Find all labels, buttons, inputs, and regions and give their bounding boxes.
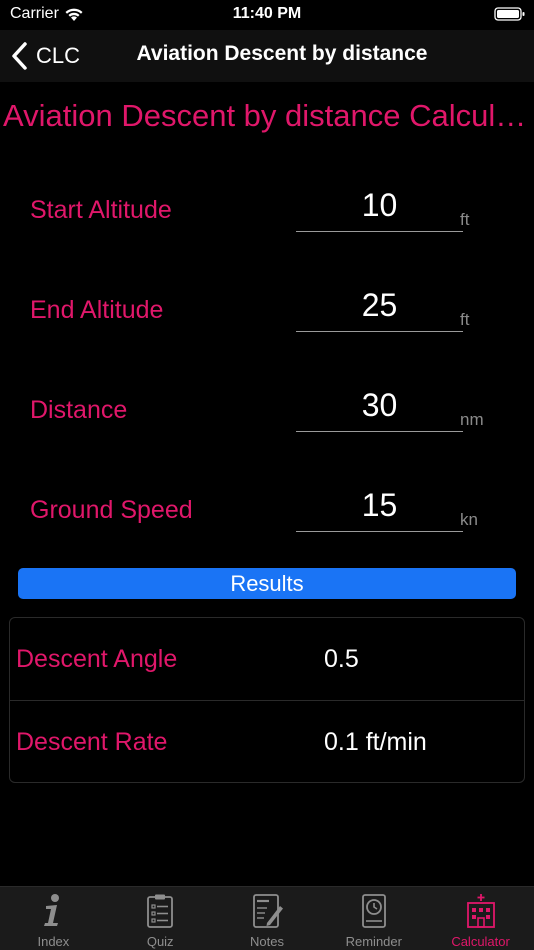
- tab-quiz[interactable]: Quiz: [107, 887, 214, 950]
- results-table: Descent Angle 0.5 Descent Rate 0.1 ft/mi…: [9, 617, 525, 783]
- distance-unit: nm: [460, 410, 484, 429]
- descent-rate-value: 0.1 ft/min: [324, 728, 427, 756]
- battery-icon: [494, 7, 525, 21]
- tab-notes-label: Notes: [250, 934, 284, 949]
- descent-angle-row: Descent Angle 0.5: [10, 618, 524, 700]
- info-icon: [44, 894, 60, 926]
- tab-bar: Index Quiz Notes Reminder Calculator: [0, 886, 534, 950]
- status-time: 11:40 PM: [232, 5, 302, 22]
- end-altitude-unit: ft: [460, 310, 470, 329]
- start-altitude-unit: ft: [460, 210, 470, 229]
- end-altitude-input[interactable]: [296, 280, 463, 332]
- clock-icon: [361, 894, 386, 928]
- start-altitude-input[interactable]: [296, 180, 463, 232]
- status-bar: Carrier 11:40 PM: [0, 0, 534, 30]
- results-button[interactable]: Results: [18, 568, 516, 599]
- end-altitude-label: End Altitude: [30, 296, 164, 324]
- tab-reminder-label: Reminder: [345, 934, 402, 949]
- distance-label: Distance: [30, 396, 128, 424]
- end-altitude-row: End Altitude ft: [0, 280, 534, 360]
- tab-index-label: Index: [37, 934, 70, 949]
- tab-reminder[interactable]: Reminder: [320, 887, 427, 950]
- navigation-bar: CLC Aviation Descent by distance: [0, 30, 534, 82]
- ground-speed-input[interactable]: [296, 480, 463, 532]
- tab-quiz-label: Quiz: [146, 934, 174, 949]
- calculator-heading: Aviation Descent by distance Calculator: [3, 98, 533, 133]
- descent-rate-label: Descent Rate: [16, 728, 168, 756]
- tab-calculator-label: Calculator: [451, 934, 510, 949]
- descent-rate-row: Descent Rate 0.1 ft/min: [10, 700, 524, 782]
- start-altitude-row: Start Altitude ft: [0, 180, 534, 260]
- ground-speed-unit: kn: [460, 510, 478, 529]
- tab-calculator[interactable]: Calculator: [427, 887, 534, 950]
- clipboard-list-icon: [147, 894, 174, 928]
- descent-angle-value: 0.5: [324, 645, 359, 673]
- start-altitude-label: Start Altitude: [30, 196, 172, 224]
- notes-pen-icon: [253, 894, 283, 928]
- building-icon: [466, 894, 495, 928]
- tab-notes[interactable]: Notes: [214, 887, 321, 950]
- ground-speed-label: Ground Speed: [30, 496, 193, 524]
- descent-angle-label: Descent Angle: [16, 645, 178, 673]
- distance-input[interactable]: [296, 380, 463, 432]
- ground-speed-row: Ground Speed kn: [0, 480, 534, 560]
- tab-index[interactable]: Index: [0, 887, 107, 950]
- distance-row: Distance nm: [0, 380, 534, 460]
- nav-title: Aviation Descent by distance: [136, 42, 428, 65]
